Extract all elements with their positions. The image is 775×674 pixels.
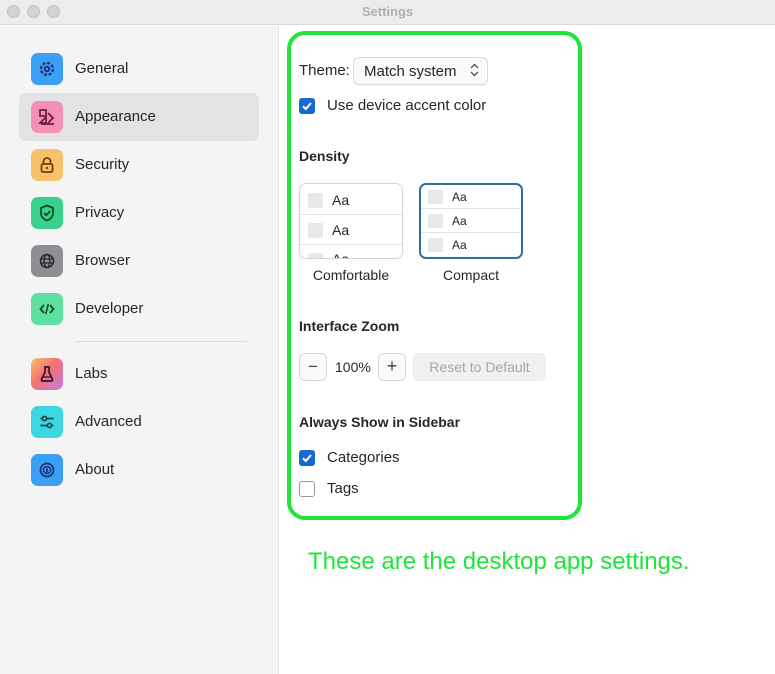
flask-icon bbox=[31, 358, 63, 390]
code-icon bbox=[31, 293, 63, 325]
annotation-text: These are the desktop app settings. bbox=[308, 548, 690, 575]
sidebar-item-labs[interactable]: Labs bbox=[19, 350, 259, 398]
tags-checkbox[interactable] bbox=[299, 481, 315, 497]
sliders-icon bbox=[31, 406, 63, 438]
accent-color-checkbox[interactable] bbox=[299, 98, 315, 114]
minus-icon: − bbox=[308, 357, 318, 376]
theme-select[interactable]: Match system bbox=[353, 57, 488, 85]
sidebar-item-appearance[interactable]: Appearance bbox=[19, 93, 259, 141]
palette-icon bbox=[31, 101, 63, 133]
chevron-up-down-icon bbox=[470, 62, 479, 80]
sidebar-item-label: Appearance bbox=[75, 108, 156, 125]
sidebar-item-security[interactable]: Security bbox=[19, 141, 259, 189]
tags-label: Tags bbox=[327, 480, 359, 497]
categories-checkbox[interactable] bbox=[299, 450, 315, 466]
density-option-comfortable[interactable]: Aa Aa Aa bbox=[299, 183, 403, 259]
sidebar-item-label: Privacy bbox=[75, 204, 125, 221]
sidebar-item-label: General bbox=[75, 60, 129, 77]
zoom-in-button[interactable]: + bbox=[378, 353, 406, 381]
checkmark-icon bbox=[302, 454, 312, 463]
zoom-heading: Interface Zoom bbox=[299, 318, 400, 334]
lock-icon bbox=[31, 149, 63, 181]
sidebar-item-label: Security bbox=[75, 156, 130, 173]
shield-check-icon bbox=[31, 197, 63, 229]
theme-label: Theme: bbox=[299, 62, 350, 79]
sidebar-item-privacy[interactable]: Privacy bbox=[19, 189, 259, 237]
sidebar-item-advanced[interactable]: Advanced bbox=[19, 398, 259, 446]
sidebar-item-browser[interactable]: Browser bbox=[19, 237, 259, 285]
theme-select-value: Match system bbox=[364, 63, 457, 80]
density-preview-row: Aa bbox=[300, 184, 402, 215]
zoom-value: 100% bbox=[335, 359, 371, 375]
density-preview-row: Aa bbox=[300, 215, 402, 245]
sidebar-item-developer[interactable]: Developer bbox=[19, 285, 259, 333]
sidebar-item-label: Labs bbox=[75, 365, 108, 382]
density-preview-row: Aa bbox=[300, 245, 402, 258]
globe-icon bbox=[31, 245, 63, 277]
checkmark-icon bbox=[302, 102, 312, 111]
sidebar-item-label: About bbox=[75, 461, 115, 478]
accent-color-label: Use device accent color bbox=[327, 97, 487, 114]
settings-window: Settings General Appearance Security Pri… bbox=[0, 0, 775, 674]
density-heading: Density bbox=[299, 148, 350, 164]
reset-zoom-button[interactable]: Reset to Default bbox=[413, 353, 546, 381]
sidebar-item-label: Developer bbox=[75, 300, 144, 317]
density-preview-row: Aa bbox=[421, 185, 521, 209]
title-bar: Settings bbox=[0, 0, 775, 25]
sidebar: General Appearance Security Privacy Brow bbox=[0, 26, 279, 674]
window-title: Settings bbox=[361, 4, 414, 19]
zoom-out-button[interactable]: − bbox=[299, 353, 327, 381]
categories-label: Categories bbox=[327, 449, 400, 466]
sidebar-visibility-heading: Always Show in Sidebar bbox=[299, 414, 461, 430]
sidebar-item-label: Browser bbox=[75, 252, 131, 269]
density-preview-row: Aa bbox=[421, 233, 521, 257]
sidebar-item-general[interactable]: General bbox=[19, 45, 259, 93]
sidebar-item-label: Advanced bbox=[75, 413, 142, 430]
plus-icon: + bbox=[386, 356, 398, 376]
info-icon bbox=[31, 454, 63, 486]
density-preview-row: Aa bbox=[421, 209, 521, 233]
sidebar-divider bbox=[75, 341, 247, 342]
density-option-label: Comfortable bbox=[312, 267, 390, 283]
density-option-label: Compact bbox=[442, 267, 500, 283]
gear-icon bbox=[31, 53, 63, 85]
density-option-compact[interactable]: Aa Aa Aa bbox=[419, 183, 523, 259]
reset-zoom-label: Reset to Default bbox=[429, 359, 530, 375]
sidebar-item-about[interactable]: About bbox=[19, 446, 259, 494]
